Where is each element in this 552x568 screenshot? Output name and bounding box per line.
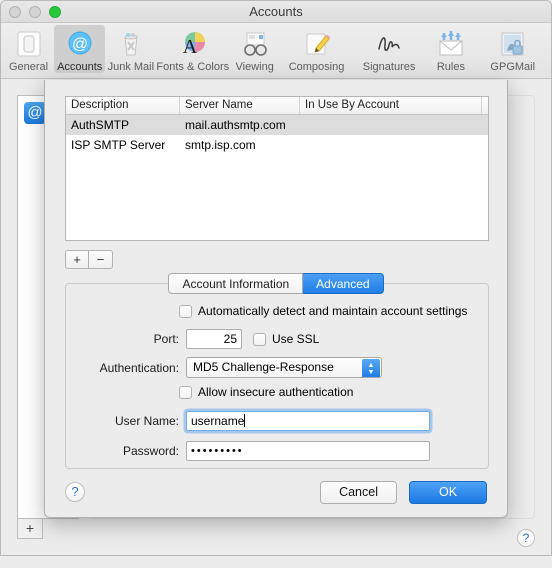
sheet-help-button[interactable]: ? [65,482,85,502]
pencil-note-icon [280,28,353,60]
authentication-selected-value: MD5 Challenge-Response [193,360,334,374]
allow-insecure-row: Allow insecure authentication [179,385,353,399]
table-header-row: Description Server Name In Use By Accoun… [66,97,488,115]
cancel-button[interactable]: Cancel [320,481,397,504]
chevron-up-down-icon[interactable]: ▲ ▼ [362,359,380,377]
advanced-tab-pane: Automatically detect and maintain accoun… [65,283,489,469]
preferences-toolbar: General @ Accounts Junk Mail A Fonts & C… [1,23,551,79]
port-input[interactable]: 25 [186,329,242,349]
tab-advanced[interactable]: Advanced [303,273,384,294]
toolbar-item-composing[interactable]: Composing [280,25,353,73]
toolbar-item-fonts-colors[interactable]: A Fonts & Colors [156,25,229,73]
toolbar-item-gpgmail[interactable]: GPGMail [476,25,549,73]
svg-text:A: A [183,36,198,58]
toolbar-label-junk-mail: Junk Mail [107,61,155,73]
column-header-spacer [482,97,488,114]
password-label: Password: [122,444,179,458]
toolbar-label-fonts-colors: Fonts & Colors [156,61,230,73]
authentication-select[interactable]: MD5 Challenge-Response ▲ ▼ [186,357,382,378]
password-input[interactable]: ••••••••• [186,441,430,461]
user-name-input[interactable]: username [186,411,430,431]
window-titlebar: Accounts [1,1,551,23]
close-button-icon[interactable] [9,6,21,18]
remove-server-button[interactable]: − [89,250,113,269]
use-ssl-label: Use SSL [272,332,320,346]
minimize-button-icon[interactable] [29,6,41,18]
user-name-value: username [191,414,245,428]
use-ssl-checkbox[interactable] [253,332,266,346]
column-header-in-use-by-account[interactable]: In Use By Account [300,97,482,114]
toolbar-item-signatures[interactable]: Signatures [353,25,426,73]
gpgmail-icon [476,28,549,60]
cell-server-name: mail.authsmtp.com [185,118,286,132]
cell-in-use-by-account [300,115,482,135]
table-row[interactable]: ISP SMTP Server smtp.isp.com [66,135,488,155]
toolbar-label-gpgmail: GPGMail [490,61,536,73]
signature-icon [353,28,426,60]
tab-account-information[interactable]: Account Information [168,273,304,294]
account-at-icon: @ [24,102,46,124]
toolbar-item-accounts[interactable]: @ Accounts [54,25,106,73]
toolbar-item-rules[interactable]: Rules [425,25,476,73]
ok-button[interactable]: OK [409,481,487,504]
rules-envelope-icon [425,28,476,60]
add-account-button[interactable]: + [17,519,43,539]
auto-detect-label: Automatically detect and maintain accoun… [198,304,468,318]
window-title: Accounts [249,4,303,19]
toolbar-item-viewing[interactable]: Viewing [229,25,280,73]
toolbar-label-composing: Composing [288,61,345,73]
cell-description: AuthSMTP [71,118,130,132]
authentication-row: Authentication: MD5 Challenge-Response ▲… [66,357,382,378]
toolbar-label-rules: Rules [436,61,465,73]
at-sign-icon: @ [54,28,105,60]
background-help-button[interactable]: ? [517,529,535,547]
allow-insecure-checkbox[interactable] [179,385,192,399]
smtp-server-list-sheet: Description Server Name In Use By Accoun… [44,80,508,518]
toolbar-item-junk-mail[interactable]: Junk Mail [105,25,156,73]
cell-description: ISP SMTP Server [71,138,166,152]
user-name-label: User Name: [114,414,179,428]
port-label: Port: [153,332,179,346]
port-row: Port: 25 Use SSL [66,329,319,349]
smtp-server-table[interactable]: Description Server Name In Use By Accoun… [65,96,489,241]
trash-icon [105,28,156,60]
auto-detect-checkbox[interactable] [179,304,192,318]
toolbar-label-viewing: Viewing [235,61,274,73]
server-list-controls: + − [65,250,113,269]
text-caret [244,414,246,427]
allow-insecure-label: Allow insecure authentication [198,385,354,399]
toolbar-label-general: General [8,61,49,73]
add-server-button[interactable]: + [65,250,89,269]
sheet-tab-bar: Account Information Advanced [45,273,507,294]
general-icon [3,28,54,60]
traffic-lights [9,6,61,18]
authentication-label: Authentication: [99,360,179,375]
password-row: Password: ••••••••• [66,441,430,461]
auto-detect-row: Automatically detect and maintain accoun… [179,304,467,318]
cell-in-use-by-account [300,135,482,155]
svg-text:@: @ [72,36,88,53]
cell-server-name: smtp.isp.com [185,138,256,152]
column-header-server-name[interactable]: Server Name [180,97,300,114]
table-row[interactable]: AuthSMTP mail.authsmtp.com [66,115,488,135]
toolbar-item-general[interactable]: General [3,25,54,73]
toolbar-label-signatures: Signatures [362,61,416,73]
column-header-description[interactable]: Description [66,97,180,114]
user-name-row: User Name: username [66,411,430,431]
zoom-button-icon[interactable] [49,6,61,18]
toolbar-label-accounts: Accounts [57,61,103,73]
glasses-icon [229,28,280,60]
font-color-icon: A [156,28,229,60]
